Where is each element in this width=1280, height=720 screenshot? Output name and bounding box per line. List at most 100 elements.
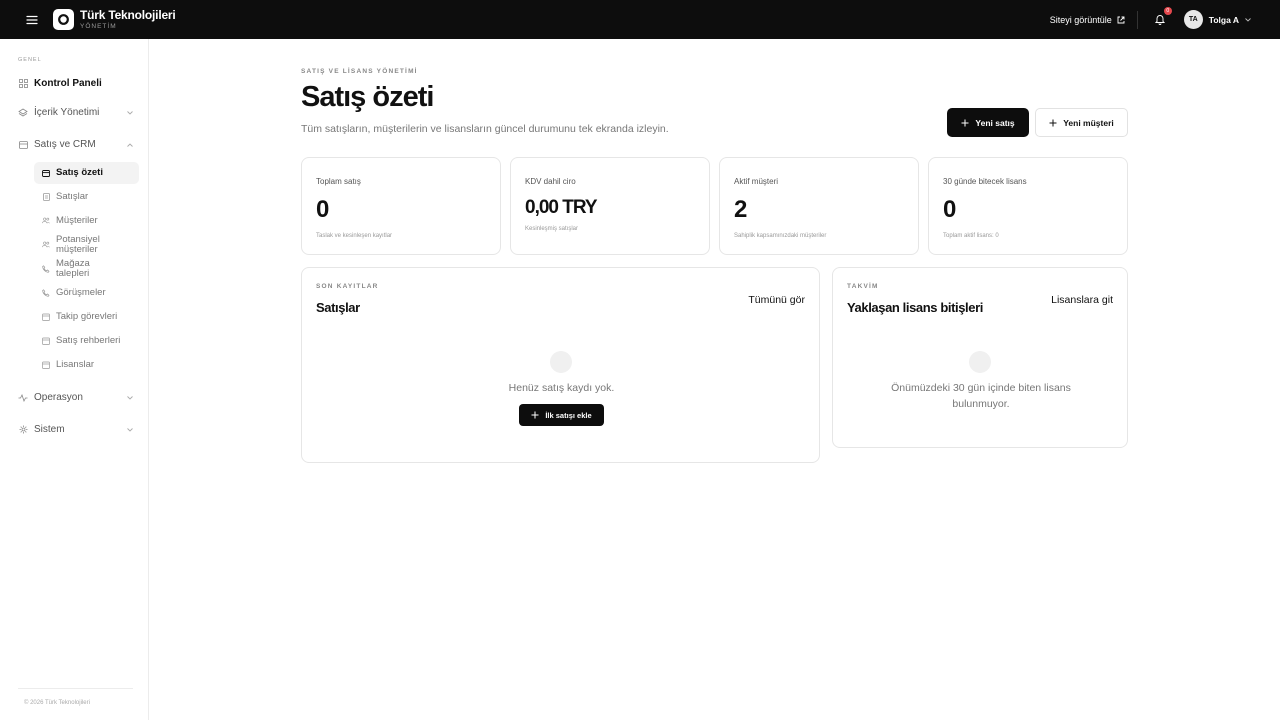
stat-subtext: Kesinleşmiş satışlar: [525, 226, 579, 232]
wallet-icon: [18, 140, 28, 150]
sidebar-subitem-label: Takip görevleri: [56, 311, 118, 322]
layers-icon: [18, 108, 28, 118]
stat-card-active-customers: Aktif müşteri 2 Sahiplik kapsamınızdaki …: [719, 157, 919, 255]
calendar-icon: [42, 313, 50, 321]
panel-title: Yaklaşan lisans bitişleri: [847, 300, 983, 315]
sidebar-item-label: İçerik Yönetimi: [34, 107, 100, 118]
sidebar-subitem-meetings[interactable]: Görüşmeler: [34, 288, 139, 298]
sidebar-subitem-label: Potansiyel müşteriler: [56, 234, 100, 255]
external-link-icon: [1117, 16, 1125, 23]
sidebar-subitem-label: Satış özeti: [56, 167, 103, 179]
calendar-icon: [42, 361, 50, 369]
stat-value: 0: [316, 196, 329, 223]
sidebar-subitem-customers[interactable]: Müşteriler: [34, 216, 139, 226]
empty-state-text: Henüz satış kaydı yok.: [508, 382, 615, 394]
sidebar-subitem-sales-summary[interactable]: Satış özeti: [34, 162, 139, 184]
empty-state-line: Önümüzdeki 30 gün içinde biten lisans: [891, 382, 1071, 394]
sidebar-subitem-label: Lisanslar: [56, 359, 95, 370]
chevron-down-icon: [127, 427, 133, 432]
phone-icon: [42, 265, 50, 273]
stat-label: KDV dahil ciro: [525, 177, 576, 186]
logo-icon[interactable]: [53, 9, 74, 30]
activity-icon: [18, 393, 28, 403]
sidebar-subitem-sales[interactable]: Satışlar: [34, 192, 139, 202]
new-customer-label: Yeni müşteri: [1063, 117, 1114, 128]
new-customer-button[interactable]: Yeni müşteri: [1035, 108, 1128, 137]
notifications-button[interactable]: 0: [1152, 6, 1172, 28]
view-all-link[interactable]: Tümünü gör: [748, 294, 805, 306]
panel-eyebrow: SON KAYITLAR: [316, 283, 379, 290]
sidebar-subitem-sales-guides[interactable]: Satış rehberleri: [34, 336, 139, 346]
brand[interactable]: Türk Teknolojileri YÖNETİM: [80, 9, 176, 31]
go-to-licenses-link[interactable]: Lisanslara git: [1051, 294, 1113, 306]
stat-label: Aktif müşteri: [734, 177, 779, 186]
empty-state-text: Önümüzdeki 30 gün içinde biten lisans bu…: [833, 380, 1129, 413]
calendar-icon: [42, 337, 50, 345]
sidebar-subitem-label: Satış rehberleri: [56, 335, 121, 346]
stat-card-total-sales: Toplam satış 0 Taslak ve kesinleşen kayı…: [301, 157, 501, 255]
sidebar-item-label: Kontrol Paneli: [34, 78, 102, 89]
bell-icon: [1154, 15, 1165, 25]
stat-subtext: Sahiplik kapsamınızdaki müşteriler: [734, 233, 827, 239]
sidebar-subitem-follow-up-tasks[interactable]: Takip görevleri: [34, 312, 139, 322]
sidebar-divider: [18, 688, 133, 689]
user-name: Tolga A: [1208, 14, 1239, 25]
plus-icon: [531, 411, 539, 419]
user-menu[interactable]: TA Tolga A: [1183, 10, 1251, 29]
stat-card-expiring-licenses: 30 günde bitecek lisans 0 Toplam aktif l…: [928, 157, 1128, 255]
stat-subtext: Toplam aktif lisans: 0: [943, 233, 999, 239]
sidebar-item-label: Satış ve CRM: [34, 139, 96, 150]
top-bar: Türk Teknolojileri YÖNETİM Siteyi görünt…: [0, 0, 1280, 39]
view-site-link[interactable]: Siteyi görüntüle: [1050, 15, 1125, 25]
sidebar-item-sales-crm[interactable]: Satış ve CRM: [18, 139, 133, 150]
stat-value: 0: [943, 196, 956, 223]
upcoming-licenses-panel: TAKVİM Yaklaşan lisans bitişleri Lisansl…: [832, 267, 1128, 448]
stat-value: 2: [734, 196, 747, 223]
new-sale-label: Yeni satış: [975, 117, 1015, 128]
stat-subtext: Taslak ve kesinleşen kayıtlar: [316, 233, 393, 239]
sidebar-subitem-label: Mağaza talepleri: [56, 258, 90, 279]
sidebar-item-operations[interactable]: Operasyon: [18, 392, 133, 403]
page-title: Satış özeti: [301, 81, 434, 113]
panel-eyebrow: TAKVİM: [847, 283, 879, 290]
users-icon: [42, 241, 50, 249]
empty-state-line: bulunmuyor.: [952, 398, 1010, 411]
chevron-down-icon: [127, 395, 133, 400]
sidebar-subitem-label: Satışlar: [56, 191, 89, 202]
panel-title: Satışlar: [316, 300, 360, 315]
plus-icon: [961, 119, 969, 126]
chevron-down-icon: [127, 110, 133, 115]
sidebar-subitem-leads[interactable]: Potansiyel müşteriler: [34, 235, 139, 255]
sidebar: GENEL Kontrol Paneli İçerik Yönetimi Sat…: [0, 39, 149, 720]
sidebar-section-label: GENEL: [18, 57, 42, 63]
avatar: TA: [1183, 10, 1203, 29]
add-first-sale-button[interactable]: İlk satışı ekle: [519, 404, 604, 426]
sidebar-item-content[interactable]: İçerik Yönetimi: [18, 107, 133, 118]
sidebar-item-dashboard[interactable]: Kontrol Paneli: [18, 78, 133, 89]
topbar-divider: [1136, 10, 1138, 29]
sidebar-item-label: Operasyon: [34, 392, 83, 403]
empty-state-icon: [969, 351, 991, 373]
view-site-label: Siteyi görüntüle: [1049, 14, 1112, 25]
brand-name: Türk Teknolojileri: [80, 7, 176, 22]
empty-state-icon: [550, 351, 572, 373]
phone-icon: [42, 289, 50, 297]
stat-label: 30 günde bitecek lisans: [943, 177, 1027, 186]
grid-icon: [18, 79, 28, 89]
chevron-up-icon: [127, 142, 133, 147]
stat-value: 0,00 TRY: [525, 197, 598, 218]
sidebar-footer: © 2026 Türk Teknolojileri: [24, 700, 90, 706]
add-first-sale-label: İlk satışı ekle: [545, 410, 592, 420]
sidebar-subitem-licenses[interactable]: Lisanslar: [34, 360, 139, 370]
page-eyebrow: SATIŞ VE LİSANS YÖNETİMİ: [301, 68, 418, 75]
sidebar-subitem-label: Müşteriler: [56, 215, 98, 226]
wallet-icon: [42, 169, 50, 177]
sidebar-item-system[interactable]: Sistem: [18, 424, 133, 435]
notification-badge: 0: [1163, 6, 1172, 15]
sidebar-item-label: Sistem: [34, 424, 65, 435]
page-description: Tüm satışların, müşterilerin ve lisansla…: [301, 123, 669, 135]
new-sale-button[interactable]: Yeni satış: [947, 108, 1029, 137]
menu-icon[interactable]: [22, 10, 42, 30]
sidebar-subitem-store-requests[interactable]: Mağaza talepleri: [34, 259, 139, 279]
stat-card-revenue: KDV dahil ciro 0,00 TRY Kesinleşmiş satı…: [510, 157, 710, 255]
